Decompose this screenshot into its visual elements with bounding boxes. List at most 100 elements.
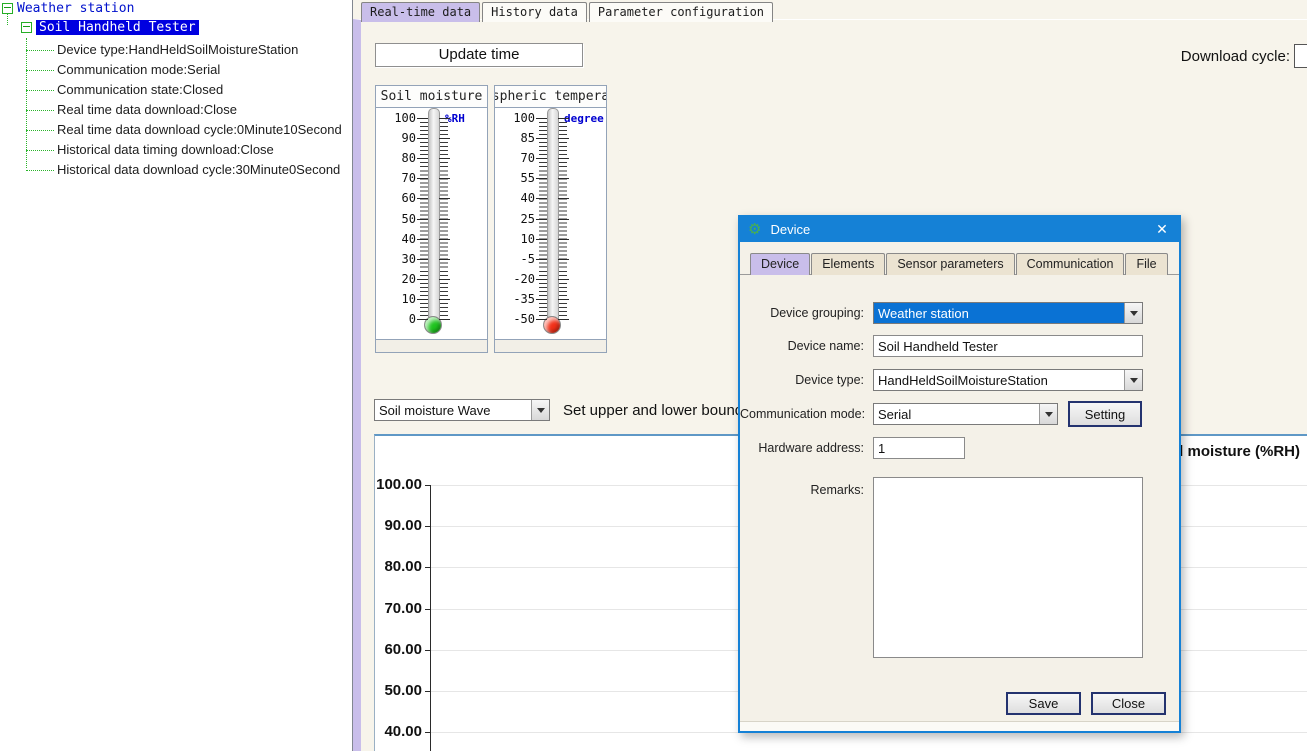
gauge-tick-label: 70 (376, 171, 416, 185)
atmospheric-temperature-gauge: Atmospheric temperature degree 100857055… (494, 85, 607, 353)
chart-y-label: 60.00 (375, 642, 422, 658)
gauge-tick-label: -50 (495, 312, 535, 326)
dialog-tab-strip: DeviceElementsSensor parametersCommunica… (750, 253, 1169, 275)
tab-parameter-configuration[interactable]: Parameter configuration (589, 2, 773, 22)
major-tick (558, 158, 569, 159)
tree-item-property[interactable]: Real time data download:Close (57, 100, 342, 120)
tree-node-soil-handheld-tester[interactable]: Soil Handheld Tester (21, 20, 199, 35)
tree-item-property[interactable]: Real time data download cycle:0Minute10S… (57, 120, 342, 140)
major-tick (417, 158, 428, 159)
hardware-address-input[interactable] (873, 437, 965, 459)
tree-item-property[interactable]: Device type:HandHeldSoilMoistureStation (57, 40, 342, 60)
major-tick (417, 198, 428, 199)
major-tick (558, 319, 569, 320)
gauge-tick-label: 85 (495, 131, 535, 145)
dialog-tab-sensor-parameters[interactable]: Sensor parameters (886, 253, 1014, 275)
close-icon[interactable]: ✕ (1145, 217, 1179, 242)
major-tick (558, 239, 569, 240)
collapse-icon[interactable] (2, 3, 13, 14)
gauge-tick-label: 30 (376, 252, 416, 266)
chart-y-label: 90.00 (375, 518, 422, 534)
update-time-button[interactable]: Update time (375, 43, 583, 67)
tree-connector (26, 38, 27, 168)
device-type-select[interactable]: HandHeldSoilMoistureStation (873, 369, 1143, 391)
major-tick (536, 279, 547, 280)
major-tick (439, 158, 450, 159)
dialog-title: Device (770, 222, 1145, 237)
tree-node-label[interactable]: Weather station (17, 1, 134, 16)
dialog-tab-elements[interactable]: Elements (811, 253, 885, 275)
gauge-tick-label: 80 (376, 151, 416, 165)
dialog-titlebar[interactable]: ⚙ Device ✕ (740, 217, 1179, 242)
tab-history-data[interactable]: History data (482, 2, 587, 22)
gauge-title: Atmospheric temperature (495, 86, 606, 108)
major-tick (417, 259, 428, 260)
major-tick (439, 138, 450, 139)
chevron-down-icon[interactable] (531, 400, 549, 420)
communication-mode-select[interactable]: Serial (873, 403, 1058, 425)
close-button[interactable]: Close (1091, 692, 1166, 715)
major-tick (536, 158, 547, 159)
chevron-down-icon[interactable] (1039, 404, 1057, 424)
major-tick (417, 319, 428, 320)
chart-y-axis (430, 485, 431, 751)
tree-node-weather-station[interactable]: Weather station (2, 1, 134, 16)
thermometer-tube (547, 108, 559, 324)
remarks-label: Remarks: (740, 479, 864, 501)
major-tick (536, 259, 547, 260)
dialog-tab-device[interactable]: Device (750, 253, 810, 275)
tab-real-time-data[interactable]: Real-time data (361, 2, 480, 22)
tree-item-property[interactable]: Communication mode:Serial (57, 60, 342, 80)
dialog-tab-file[interactable]: File (1125, 253, 1167, 275)
major-tick (536, 118, 547, 119)
wave-type-select[interactable]: Soil moisture Wave (374, 399, 550, 421)
chevron-down-icon[interactable] (1124, 303, 1142, 323)
dialog-tab-communication[interactable]: Communication (1016, 253, 1125, 275)
remarks-textarea[interactable] (873, 477, 1143, 658)
major-tick (536, 198, 547, 199)
gauge-tick-label: -35 (495, 292, 535, 306)
major-tick (439, 239, 450, 240)
device-property-list: Device type:HandHeldSoilMoistureStationC… (57, 40, 342, 180)
gauge-tick-label: 0 (376, 312, 416, 326)
gauge-tick-label: 60 (376, 191, 416, 205)
chart-y-label: 70.00 (375, 601, 422, 617)
major-tick (536, 239, 547, 240)
major-tick (536, 138, 547, 139)
communication-mode-label: Communication mode: (740, 403, 864, 425)
save-button[interactable]: Save (1006, 692, 1081, 715)
major-tick (439, 219, 450, 220)
device-type-label: Device type: (740, 369, 864, 391)
major-tick (439, 299, 450, 300)
dialog-footer (740, 721, 1179, 731)
chart-y-tick (425, 609, 431, 610)
gauge-title: Soil moisture (376, 86, 487, 108)
tree-item-property[interactable]: Historical data download cycle:30Minute0… (57, 160, 342, 180)
gauge-footer (376, 339, 487, 352)
chart-y-label: 50.00 (375, 683, 422, 699)
major-tick (536, 178, 547, 179)
tree-node-label-selected[interactable]: Soil Handheld Tester (36, 20, 199, 35)
major-tick (558, 299, 569, 300)
device-name-input[interactable] (873, 335, 1143, 357)
major-tick (558, 138, 569, 139)
major-tick (417, 239, 428, 240)
major-tick (558, 178, 569, 179)
major-tick (417, 299, 428, 300)
chart-y-label: 40.00 (375, 724, 422, 740)
gauge-tick-label: -20 (495, 272, 535, 286)
tree-item-property[interactable]: Historical data timing download:Close (57, 140, 342, 160)
chart-y-label: 80.00 (375, 559, 422, 575)
collapse-icon[interactable] (21, 22, 32, 33)
gauge-tick-label: 10 (376, 292, 416, 306)
device-dialog: ⚙ Device ✕ DeviceElementsSensor paramete… (738, 215, 1181, 733)
major-tick (439, 118, 450, 119)
major-tick (417, 219, 428, 220)
chevron-down-icon[interactable] (1124, 370, 1142, 390)
setting-button[interactable]: Setting (1068, 401, 1142, 427)
device-grouping-select[interactable]: Weather station (873, 302, 1143, 324)
hardware-address-label: Hardware address: (740, 437, 864, 459)
tree-item-property[interactable]: Communication state:Closed (57, 80, 342, 100)
download-cycle-input[interactable] (1294, 44, 1307, 68)
device-tree-panel: Weather station Soil Handheld Tester Dev… (0, 0, 353, 751)
